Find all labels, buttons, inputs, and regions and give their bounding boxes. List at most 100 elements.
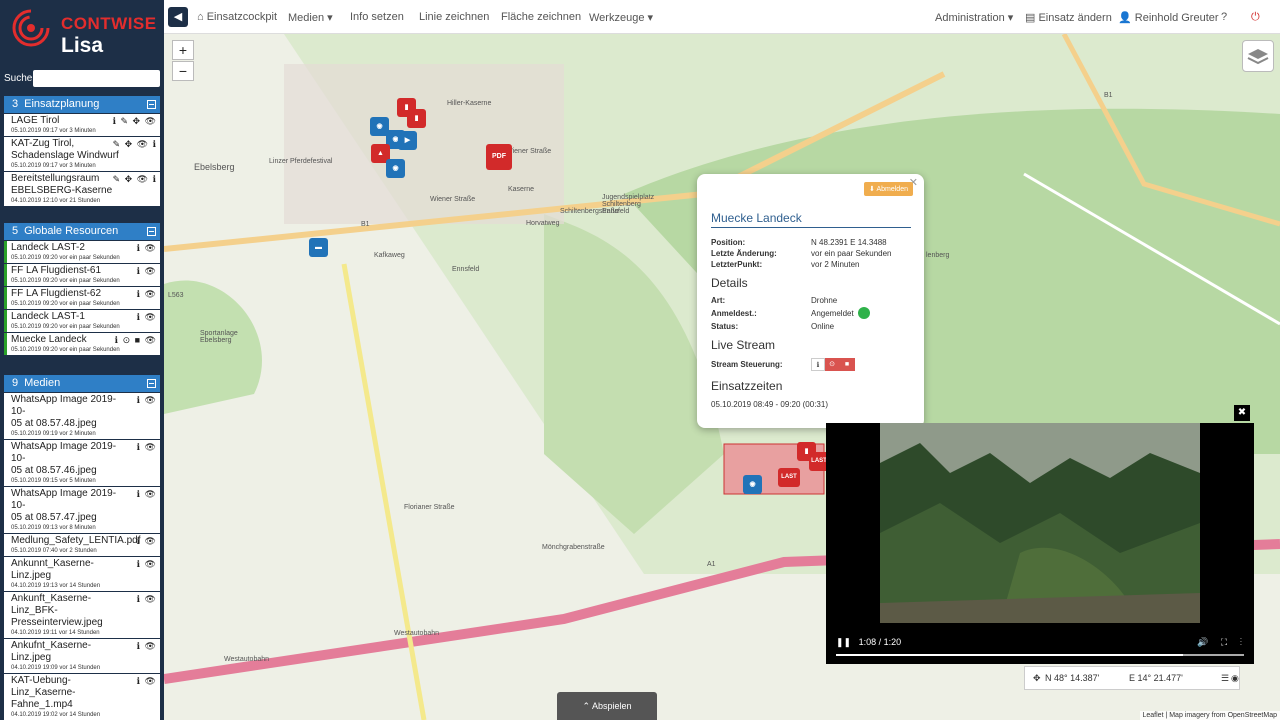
map-label-wiener: Wiener Straße [430,196,476,203]
last-marker[interactable]: LAST [778,468,800,487]
list-item[interactable]: Ankunft_Kaserne- Linz_BFK- Presseintervi… [4,592,160,638]
video-progress-bar[interactable] [836,654,1244,656]
item-action-icons[interactable]: ℹ 👁 [137,594,157,605]
item-action-icons[interactable]: ℹ 👁 [137,559,157,570]
section-header[interactable]: 5 Globale Resourcen [4,223,160,240]
item-action-icons[interactable]: ℹ 👁 [137,312,157,323]
menu-icon[interactable]: ☰ [1221,667,1229,689]
video-right-controls: 🔊 ⛶ ⋮ [1197,637,1242,648]
list-item[interactable]: Muecke Landeck 05.10.2019 09:20 vor ein p… [4,333,160,355]
list-item[interactable]: Medlung_Safety_LENTIA.pdf 05.10.2019 07:4… [4,534,160,556]
nav-einsatz-aendern[interactable]: ▤ Einsatz ändern [1025,11,1112,24]
item-action-icons[interactable]: ℹ 👁 [137,243,157,254]
drone-video-frame [880,423,1200,623]
zoom-in-button[interactable]: + [172,40,194,60]
item-action-icons[interactable]: ℹ ✎ ✥ 👁 [113,116,157,127]
list-item[interactable]: Ankunnt_Kaserne- Linz.jpeg 04.10.2019 19:… [4,557,160,591]
nav-administration[interactable]: Administration ▾ [935,11,1013,24]
map[interactable]: Hiller-Kaserne Ebelsberg Wiener Straße W… [164,34,1280,720]
item-action-icons[interactable]: ℹ 👁 [137,266,157,277]
vehicle-marker[interactable]: ▬ [309,238,328,257]
home-icon: ⌂ [197,11,207,23]
stream-stop-icon[interactable]: ■ [839,358,855,371]
layers-button[interactable] [1242,40,1274,72]
list-item[interactable]: WhatsApp Image 2019-10- 05 at 08.57.47.j… [4,487,160,533]
list-item[interactable]: WhatsApp Image 2019-10- 05 at 08.57.48.j… [4,393,160,439]
map-attribution: Leaflet | Map imagery from OpenStreetMap [1139,711,1280,720]
item-action-icons[interactable]: ℹ 👁 [137,395,157,406]
item-meta: 05.10.2019 09:20 vor ein paar Sekunden [11,278,120,284]
item-action-icons[interactable]: ℹ 👁 [137,489,157,500]
nav-user[interactable]: 👤 Reinhold Greuter [1118,11,1219,24]
collapse-icon[interactable] [147,227,156,236]
fire-marker[interactable]: ▮ [407,109,426,128]
list-item[interactable]: Bereitstellungsraum EBELSBERG-Kaserne 04.… [4,172,160,206]
target-icon[interactable]: ◉ [1231,667,1239,689]
section-1: 3 Einsatzplanung LAGE Tirol 05.10.2019 09:1… [4,96,160,206]
list-item[interactable]: Landeck LAST-2 05.10.2019 09:20 vor ein p… [4,241,160,263]
volume-icon[interactable]: 🔊 [1197,637,1208,647]
list-item[interactable]: KAT-Zug Tirol, Schadenslage Windwurf 05.1… [4,137,160,171]
item-action-icons[interactable]: ✎ ✥ 👁 ℹ [113,174,157,185]
item-action-icons[interactable]: ℹ 👁 [137,641,157,652]
search-input[interactable] [33,70,160,87]
section-header[interactable]: 3 Einsatzplanung [4,96,160,113]
camera-marker[interactable]: ◉ [386,159,405,178]
nav-einsatzcockpit[interactable]: ⌂ Einsatzcockpit [197,11,277,23]
pause-icon[interactable]: ❚❚ [836,637,851,647]
close-video-icon[interactable]: ✖ [1234,405,1250,421]
list-item[interactable]: FF LA Flugdienst-61 05.10.2019 09:20 vor … [4,264,160,286]
stream-info-icon[interactable]: ℹ [811,358,825,371]
status-dot [857,307,870,319]
section-title: Globale Resourcen [24,225,119,237]
list-item[interactable]: KAT-Uebung- Linz_Kaserne- Fahne_1.mp4 04.… [4,674,160,720]
resource-name-link[interactable]: Muecke Landeck [711,211,911,228]
item-action-icons[interactable]: ℹ 👁 [137,676,157,687]
item-meta: 05.10.2019 09:15 vor 5 Minuten [11,478,96,484]
more-icon[interactable]: ⋮ [1240,637,1242,647]
fullscreen-icon[interactable]: ⛶ [1221,637,1227,647]
nav-flaeche-zeichnen[interactable]: Fläche zeichnen [501,11,581,23]
nav-info-setzen[interactable]: Info setzen [350,11,404,23]
item-title: Medlung_Safety_LENTIA.pdf [11,535,141,546]
help-icon[interactable]: ? [1221,11,1227,23]
camera-marker[interactable]: ◉ [743,475,762,494]
map-label-wiener-2: Wiener Straße [506,148,552,155]
item-action-icons[interactable]: ℹ 👁 [137,536,157,547]
power-icon[interactable]: ⏻ [1251,11,1260,24]
item-meta: 05.10.2019 09:17 vor 3 Minuten [11,163,96,169]
item-action-icons[interactable]: ℹ 👁 [137,289,157,300]
nav-medien[interactable]: Medien ▾ [288,11,333,24]
zoom-out-button[interactable]: − [172,61,194,81]
item-meta: 05.10.2019 09:20 vor ein paar Sekunden [11,347,120,353]
logo: CONTWISE Lisa [0,0,164,66]
position-row: Position: N 48.2391 E 14.3488 [711,238,887,247]
list-item[interactable]: Landeck LAST-1 05.10.2019 09:20 vor ein p… [4,310,160,332]
item-action-icons[interactable]: ℹ ⊙ ■ 👁 [115,335,157,346]
stream-record-icon[interactable]: ⊙ [825,358,839,371]
list-item[interactable]: WhatsApp Image 2019-10- 05 at 08.57.46.j… [4,440,160,486]
nav-linie-zeichnen[interactable]: Linie zeichnen [419,11,489,23]
item-meta: 04.10.2019 19:02 vor 14 Stunden [11,712,101,718]
abmelden-button[interactable]: ⬇ Abmelden [864,182,913,196]
video-progress-fill [836,654,1183,656]
list-item[interactable]: FF LA Flugdienst-62 05.10.2019 09:20 vor … [4,287,160,309]
map-label-b1: B1 [361,221,370,228]
map-label-hiller: Hiller-Kaserne [447,100,492,107]
collapse-sidebar-button[interactable]: ◀ [168,7,188,27]
move-icon[interactable]: ✥ [1033,667,1041,689]
abspielen-button[interactable]: ⌃ Abspielen [557,692,657,720]
collapse-icon[interactable] [147,100,156,109]
map-label-westautobahn-2: Westautobahn [224,656,270,663]
section-count: 3 [12,98,19,110]
video-player[interactable]: ✖ ❚❚ 1:08 / 1:20 🔊 ⛶ ⋮ [826,405,1254,664]
video-marker[interactable]: ▶ [398,131,417,150]
item-action-icons[interactable]: ℹ 👁 [137,442,157,453]
section-header[interactable]: 9 Medien [4,375,160,392]
collapse-icon[interactable] [147,379,156,388]
item-action-icons[interactable]: ✎ ✥ 👁 ℹ [113,139,157,150]
list-item[interactable]: LAGE Tirol 05.10.2019 09:17 vor 3 Minuten… [4,114,160,136]
pdf-marker[interactable]: PDF [486,144,512,170]
list-item[interactable]: Ankufnt_Kaserne-Linz.jpeg 04.10.2019 19:0… [4,639,160,673]
nav-werkzeuge[interactable]: Werkzeuge ▾ [589,11,653,24]
